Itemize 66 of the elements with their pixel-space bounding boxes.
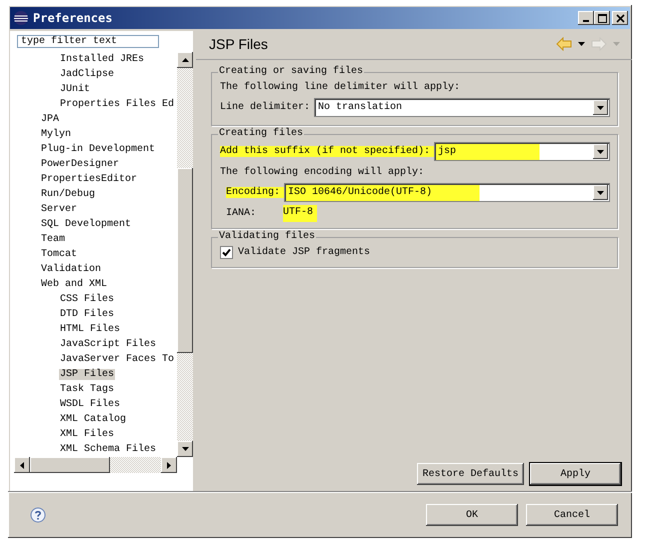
dropdown-field[interactable]: No translation [314, 98, 610, 117]
maximize-icon [598, 14, 606, 22]
tree-item[interactable]: Properties Files Ed [59, 99, 176, 110]
tree-item[interactable]: JSP Files [59, 369, 116, 380]
tree-item[interactable]: XML Catalog [59, 414, 128, 425]
tree-item[interactable]: Validation [40, 264, 102, 275]
tree-item[interactable]: JUnit [59, 84, 92, 95]
down-arrow-icon[interactable] [182, 447, 188, 451]
tree-item[interactable]: Web and XML [40, 279, 108, 290]
close-button[interactable] [612, 11, 628, 25]
group-title: Creating or saving files [218, 66, 364, 78]
tree-item[interactable]: Server [40, 204, 78, 215]
group-title: Validating files [218, 231, 316, 243]
close-icon [616, 14, 624, 22]
tree-item[interactable]: PropertiesEditor [40, 174, 138, 185]
tree-item[interactable]: DTD Files [59, 309, 116, 320]
tree-item[interactable]: SQL Development [40, 219, 132, 230]
tree-item[interactable]: JPA [40, 114, 60, 125]
tree-item[interactable]: Installed JREs [59, 54, 146, 65]
left-arrow-icon[interactable] [20, 462, 24, 468]
caret-icon[interactable] [597, 106, 604, 110]
group-title: Creating files [218, 128, 304, 140]
tree-item[interactable]: PowerDesigner [40, 159, 120, 170]
tree-item[interactable]: JadClipse [59, 69, 116, 80]
up-arrow-icon[interactable] [182, 58, 188, 62]
help-icon[interactable] [30, 507, 46, 523]
window-title: Preferences [33, 11, 112, 25]
ok-button[interactable]: OK [426, 504, 518, 526]
tree-item[interactable]: Plug-in Development [40, 144, 156, 155]
field-value: UTF-8 [283, 204, 318, 222]
field-label: Add this suffix (if not specified): [220, 146, 434, 157]
checkbox-label[interactable]: Validate JSP fragments [238, 246, 370, 258]
tree-item[interactable]: CSS Files [59, 294, 116, 305]
cancel-button[interactable]: Cancel [526, 504, 618, 526]
field-label: Line delimiter: [220, 102, 312, 113]
tree-item[interactable]: HTML Files [59, 324, 122, 335]
right-arrow-icon[interactable] [167, 462, 171, 468]
checkbox[interactable] [220, 246, 233, 258]
tree-item[interactable]: Team [40, 234, 66, 245]
tree-item[interactable]: Mylyn [40, 129, 72, 140]
filter-field[interactable]: type filter text [17, 35, 159, 48]
page-title: JSP Files [209, 36, 268, 52]
minimize-icon [583, 20, 589, 22]
field-label: Encoding: [226, 187, 284, 198]
vertical-scrollbar[interactable] [177, 52, 193, 457]
tree-item[interactable]: Task Tags [59, 384, 116, 395]
restore-defaults-button[interactable]: Restore Defaults [417, 463, 524, 485]
maximize-button[interactable] [594, 11, 610, 25]
field-label: IANA: [226, 208, 258, 218]
tree-item[interactable]: JavaScript Files [59, 339, 158, 350]
tree-item[interactable]: JavaServer Faces To [59, 354, 176, 365]
caret-icon[interactable] [597, 150, 604, 154]
tree-item[interactable]: Run/Debug [40, 189, 96, 200]
tree-item[interactable]: Tomcat [40, 249, 78, 260]
tree-item[interactable]: WSDL Files [59, 399, 122, 410]
caret-icon[interactable] [578, 42, 585, 46]
description-text: The following line delimiter will apply: [220, 82, 460, 92]
minimize-button[interactable] [578, 11, 594, 25]
tree-item[interactable]: XML Files [59, 429, 116, 440]
dropdown-field[interactable]: ISO 10646/Unicode(UTF-8) [284, 183, 610, 202]
horizontal-scrollbar[interactable] [14, 457, 177, 473]
description-text: The following encoding will apply: [220, 166, 424, 178]
apply-button[interactable]: Apply [530, 463, 621, 485]
tree-item[interactable]: XML Schema Files [59, 444, 158, 455]
caret-icon[interactable] [597, 190, 604, 194]
dropdown-field[interactable]: jsp [434, 142, 610, 161]
